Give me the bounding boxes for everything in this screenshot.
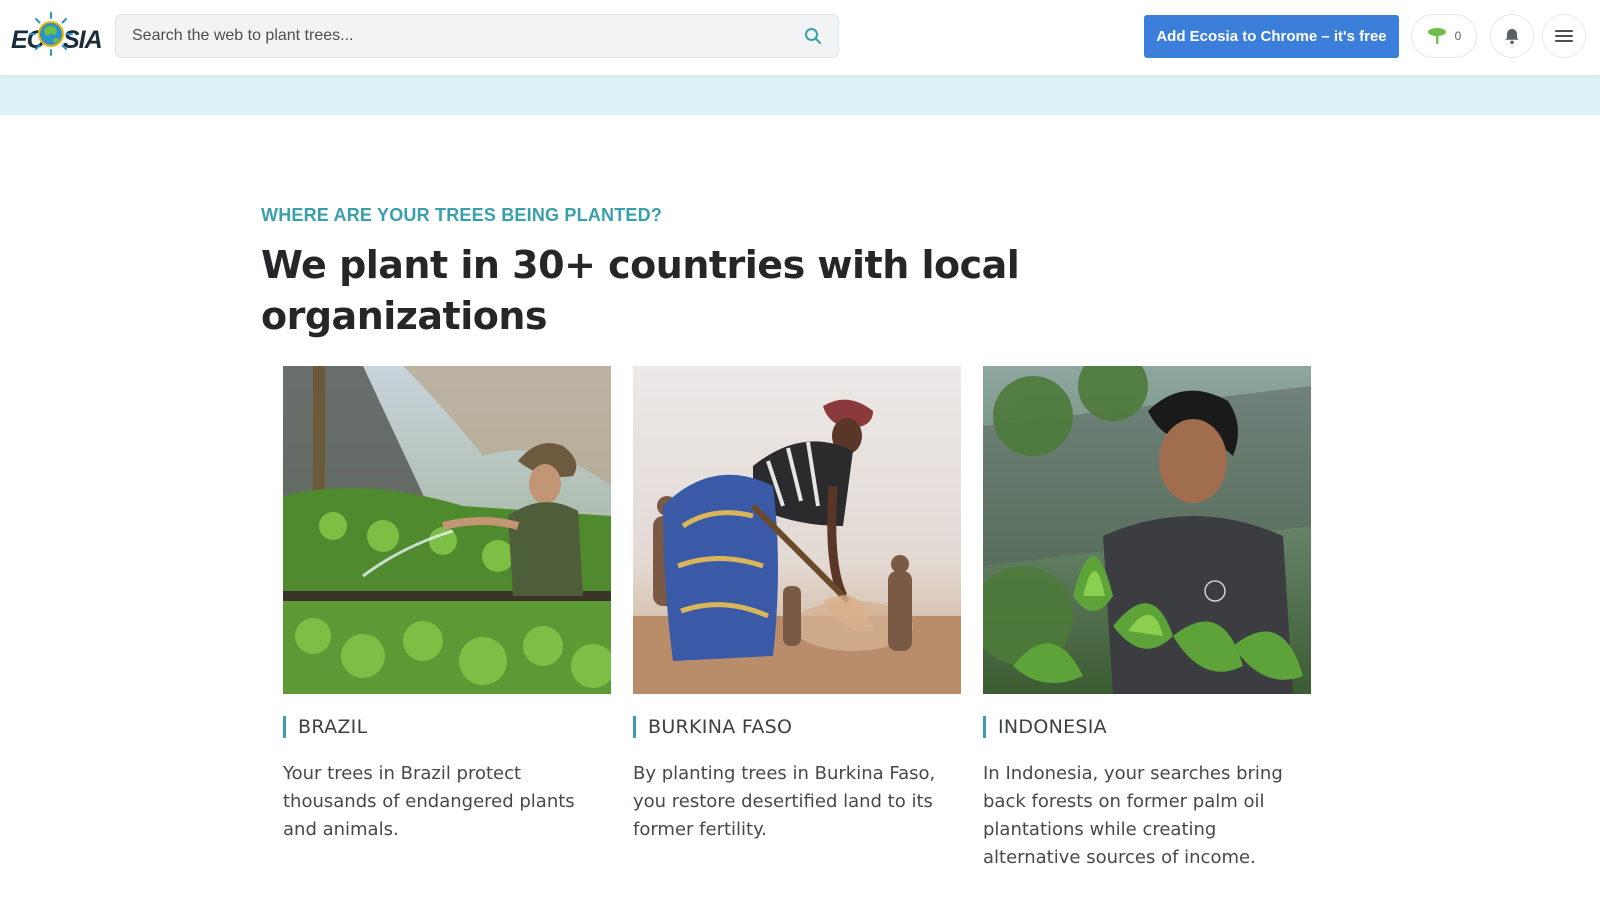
indonesia-seedling-photo [983,366,1311,694]
hamburger-menu-icon [1555,30,1573,42]
search-bar [115,14,839,58]
country-card-burkina-faso: BURKINA FASO By planting trees in Burkin… [633,366,961,844]
search-icon[interactable] [804,27,822,45]
tree-icon [1427,28,1446,44]
card-description: Your trees in Brazil protect thousands o… [283,763,575,840]
brazil-nursery-photo [283,366,611,694]
card-country-label: BURKINA FASO [633,716,961,738]
card-country-label: INDONESIA [983,716,1311,738]
tree-counter-button[interactable]: 0 [1411,14,1477,58]
card-country-label: BRAZIL [283,716,611,738]
globe-icon [29,12,73,56]
info-banner-strip [0,76,1600,115]
card-description: By planting trees in Burkina Faso, you r… [633,763,936,840]
main-menu-button[interactable] [1542,14,1586,58]
notifications-button[interactable] [1490,14,1534,58]
section-eyebrow: WHERE ARE YOUR TREES BEING PLANTED? [261,205,663,225]
tree-count: 0 [1454,29,1462,43]
add-to-chrome-button[interactable]: Add Ecosia to Chrome – it's free [1144,15,1399,58]
section-headline: We plant in 30+ countries with local org… [261,243,1020,338]
card-description: In Indonesia, your searches bring back f… [983,763,1283,868]
search-input[interactable] [132,15,772,57]
ecosia-logo[interactable]: EC SIA [11,8,103,64]
top-header: EC SIA Add Ecosia to Ch [0,0,1600,76]
country-card-brazil: BRAZIL Your trees in Brazil protect thou… [283,366,611,844]
bell-icon [1505,29,1519,45]
burkina-faso-planting-photo [633,366,961,694]
country-card-indonesia: INDONESIA In Indonesia, your searches br… [983,366,1311,872]
